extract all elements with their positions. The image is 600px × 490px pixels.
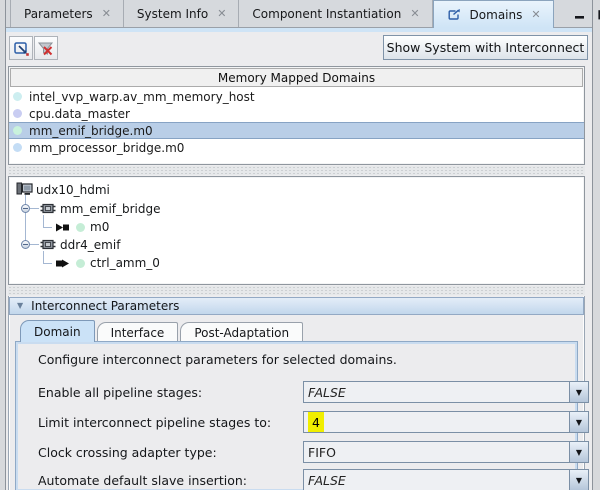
tree-line [43, 251, 44, 263]
domain-bullet-icon [13, 109, 22, 118]
tree-line [30, 244, 39, 245]
tab-component-instantiation-label: Component Instantiation [252, 7, 401, 21]
tab-domain-label: Domain [34, 325, 81, 339]
automate-default-slave-insertion-combobox[interactable]: FALSE ▼ [303, 469, 589, 490]
tab-domain[interactable]: Domain [20, 320, 95, 342]
tree-line [43, 263, 52, 264]
splitter-handle[interactable] [8, 286, 585, 295]
memory-mapped-domains-table: Memory Mapped Domains intel_vvp_warp.av_… [8, 66, 585, 165]
window-right-border [592, 0, 600, 490]
show-system-button-label: Show System with Interconnect [387, 40, 585, 55]
domain-system-tree: udx10_hdmi mm_emif_bridge m0 [8, 176, 585, 285]
domain-label: mm_processor_bridge.m0 [29, 141, 184, 155]
tree-node-label[interactable]: mm_emif_bridge [60, 202, 161, 216]
combo-value: FALSE [304, 470, 569, 490]
combo-value: FIFO [304, 442, 569, 462]
interface-bullet-icon [76, 223, 85, 232]
combo-value-wrap: 4 [304, 412, 569, 432]
domain-bullet-icon [13, 143, 22, 152]
new-domain-icon [13, 40, 30, 57]
tab-interface[interactable]: Interface [97, 322, 179, 342]
enable-all-pipeline-stages-combobox[interactable]: FALSE ▼ [303, 381, 589, 403]
param-label: Enable all pipeline stages: [38, 385, 202, 400]
tab-system-info-label: System Info [137, 7, 208, 21]
domain-bullet-icon [13, 126, 22, 135]
chevron-down-icon[interactable]: ▼ [569, 442, 588, 462]
param-label: Automate default slave insertion: [38, 473, 247, 488]
tab-post-adaptation[interactable]: Post-Adaptation [180, 322, 303, 342]
window-controls [554, 0, 600, 27]
chevron-down-icon[interactable]: ▼ [569, 470, 588, 490]
splitter-handle[interactable] [8, 166, 585, 175]
param-label: Clock crossing adapter type: [38, 445, 217, 460]
memory-domains-column-header[interactable]: Memory Mapped Domains [10, 68, 583, 87]
domains-panel-window: Parameters ✕ System Info ✕ Component Ins… [0, 0, 600, 490]
interface-bullet-icon [76, 259, 85, 268]
move-to-new-domain-button[interactable] [9, 36, 33, 60]
parameter-tabs: Domain Interface Post-Adaptation [20, 320, 305, 342]
tree-line [43, 227, 52, 228]
collapse-triangle-icon[interactable]: ▼ [17, 302, 23, 310]
clear-filter-button[interactable] [34, 36, 58, 60]
domains-tab-icon [447, 8, 461, 21]
tab-parameters-label: Parameters [24, 7, 93, 21]
tab-component-instantiation[interactable]: Component Instantiation ✕ [239, 0, 432, 27]
close-tab-icon[interactable]: ✕ [410, 8, 418, 19]
close-tab-icon[interactable]: ✕ [531, 9, 539, 20]
tab-post-adaptation-label: Post-Adaptation [194, 326, 289, 340]
domain-label: cpu.data_master [29, 107, 130, 121]
window-left-border [0, 0, 6, 490]
tab-domains[interactable]: Domains ✕ [433, 0, 554, 28]
slave-port-icon [55, 259, 71, 268]
show-system-with-interconnect-button[interactable]: Show System with Interconnect [383, 35, 588, 60]
table-row[interactable]: intel_vvp_warp.av_mm_memory_host [9, 88, 584, 105]
tree-leaf-label[interactable]: ctrl_amm_0 [90, 256, 160, 270]
clock-crossing-adapter-type-combobox[interactable]: FIFO ▼ [303, 441, 589, 463]
highlighted-value: 4 [308, 412, 324, 432]
table-row[interactable]: cpu.data_master [9, 105, 584, 122]
tree-line [43, 215, 44, 227]
module-icon [40, 239, 56, 250]
domain-label: mm_emif_bridge.m0 [29, 124, 153, 138]
table-row[interactable]: mm_processor_bridge.m0 [9, 139, 584, 156]
param-label: Limit interconnect pipeline stages to: [38, 415, 271, 430]
chevron-down-icon[interactable]: ▼ [569, 382, 588, 402]
tree-node-label[interactable]: ddr4_emif [60, 238, 120, 252]
top-tab-bar: Parameters ✕ System Info ✕ Component Ins… [6, 0, 592, 28]
tree-expand-handle[interactable] [21, 204, 30, 213]
tab-parameters[interactable]: Parameters ✕ [10, 0, 124, 27]
minimize-icon[interactable] [574, 8, 585, 20]
tab-system-info[interactable]: System Info ✕ [124, 0, 240, 27]
table-row-selected[interactable]: mm_emif_bridge.m0 [9, 122, 584, 139]
interconnect-parameters-group: ▼ Interconnect Parameters Domain Interfa… [8, 296, 585, 490]
memory-domains-header-label: Memory Mapped Domains [218, 71, 375, 85]
interconnect-parameters-header[interactable]: ▼ Interconnect Parameters [9, 297, 584, 315]
module-icon [40, 203, 56, 214]
combo-value: FALSE [304, 382, 569, 402]
tree-root-label[interactable]: udx10_hdmi [36, 183, 110, 197]
remove-filter-icon [37, 40, 55, 57]
tree-leaf-label[interactable]: m0 [90, 220, 109, 234]
master-port-icon [55, 223, 71, 232]
group-title: Interconnect Parameters [31, 299, 179, 313]
close-tab-icon[interactable]: ✕ [102, 8, 110, 19]
tab-interface-label: Interface [111, 326, 165, 340]
tree-expand-handle[interactable] [21, 240, 30, 249]
domains-toolbar: Show System with Interconnect [7, 32, 591, 63]
domain-tab-content: Configure interconnect parameters for se… [15, 341, 578, 490]
tab-domains-label: Domains [470, 8, 523, 22]
close-tab-icon[interactable]: ✕ [217, 8, 225, 19]
tree-line [30, 208, 39, 209]
domain-label: intel_vvp_warp.av_mm_memory_host [29, 90, 255, 104]
domain-bullet-icon [13, 92, 22, 101]
limit-pipeline-stages-combobox[interactable]: 4 ▼ [303, 411, 589, 433]
chevron-down-icon[interactable]: ▼ [569, 412, 588, 432]
tree-line [25, 195, 26, 245]
parameters-description: Configure interconnect parameters for se… [38, 352, 397, 367]
